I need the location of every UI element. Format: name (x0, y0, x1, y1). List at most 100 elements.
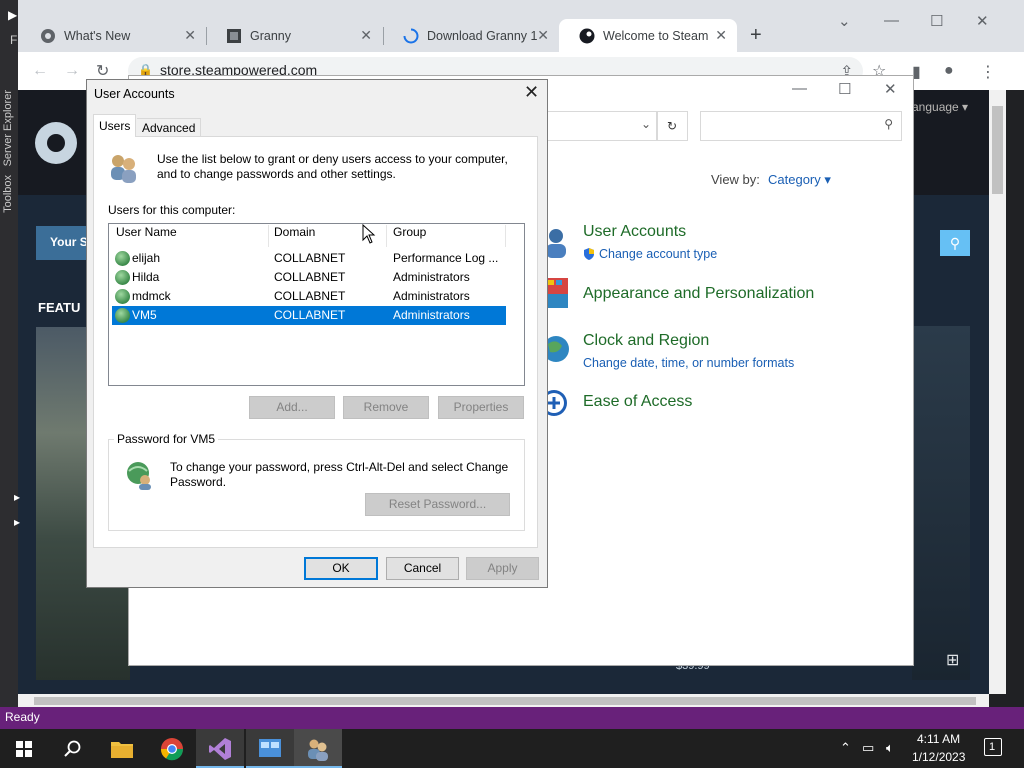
new-tab-button[interactable]: + (750, 24, 762, 47)
visual-studio-icon[interactable] (196, 729, 244, 768)
horizontal-scroll-thumb[interactable] (34, 697, 976, 705)
password-group-label: Password for VM5 (114, 432, 219, 446)
user-globe-icon (115, 289, 130, 304)
clock-date[interactable]: 1/12/2023 (912, 750, 965, 764)
chevron-up-icon[interactable]: ⌃ (840, 740, 851, 756)
vs-logo-icon: ▶ (8, 8, 18, 22)
featured-side-image[interactable] (912, 326, 970, 680)
close-icon[interactable]: ✕ (360, 27, 372, 44)
cp-close-button[interactable]: ✕ (884, 80, 897, 98)
toolbox-tab[interactable]: Toolbox (2, 175, 14, 213)
close-icon[interactable]: ✕ (184, 27, 196, 44)
network-icon[interactable]: ▭ (862, 740, 874, 756)
chrome-icon[interactable] (148, 729, 196, 768)
table-row[interactable]: mdmck COLLABNET Administrators (112, 287, 506, 306)
ease-of-access-heading[interactable]: Ease of Access (583, 393, 692, 411)
chevron-right-icon[interactable]: ▸ ▸ (14, 485, 20, 535)
profile-avatar-icon[interactable]: ● (944, 62, 954, 80)
ide-status-bar (0, 707, 1024, 729)
user-globe-icon (115, 308, 130, 323)
properties-button[interactable]: Properties (438, 396, 524, 419)
windows-platform-icon: ⊞ (946, 652, 960, 669)
vertical-scroll-thumb[interactable] (992, 106, 1003, 194)
tab-search-chevron-icon[interactable]: ⌄ (838, 12, 851, 30)
tab-welcome-to-steam[interactable]: Welcome to Steam ✕ (559, 19, 737, 52)
clock-region-heading[interactable]: Clock and Region (583, 332, 709, 350)
dialog-description: Use the list below to grant or deny user… (157, 152, 508, 181)
user-accounts-heading[interactable]: User Accounts (583, 223, 686, 241)
cp-address-bar[interactable]: ⌄ (546, 111, 658, 141)
close-icon[interactable]: ✕ (537, 27, 549, 44)
reset-password-button[interactable]: Reset Password... (365, 493, 510, 516)
change-formats-link[interactable]: Change date, time, or number formats (583, 356, 794, 370)
user-globe-icon (124, 459, 156, 491)
notifications-icon[interactable]: 1 (984, 738, 1002, 756)
shield-icon (582, 247, 596, 264)
apply-button[interactable]: Apply (466, 557, 539, 580)
back-arrow-icon[interactable]: ← (32, 62, 48, 80)
start-icon[interactable] (0, 729, 48, 768)
user-accounts-icon[interactable] (294, 729, 342, 768)
cp-refresh-icon[interactable]: ↻ (656, 111, 688, 141)
tab-whats-new[interactable]: What's New ✕ (20, 19, 206, 52)
cp-maximize-button[interactable]: ☐ (838, 80, 851, 98)
column-header-group[interactable]: Group (393, 225, 426, 239)
close-window-button[interactable]: ✕ (976, 12, 989, 30)
search-icon[interactable] (48, 729, 96, 768)
add-user-button[interactable]: Add... (249, 396, 335, 419)
menu-kebab-icon[interactable]: ⋮ (980, 62, 996, 82)
tab-download-granny[interactable]: Download Granny 1.7 ✕ (383, 19, 559, 52)
mouse-cursor-icon (362, 223, 376, 247)
steam-icon (579, 28, 595, 44)
users-list-label: Users for this computer: (108, 203, 236, 217)
tab-users[interactable]: Users (93, 114, 137, 137)
user-globe-icon (115, 251, 130, 266)
view-by-dropdown[interactable]: Category ▾ (768, 172, 831, 188)
ide-menu-file[interactable]: F (10, 33, 17, 47)
search-icon[interactable]: ⚲ (940, 230, 970, 256)
featured-heading: FEATU (38, 300, 81, 315)
cp-minimize-button[interactable]: — (792, 80, 807, 97)
reload-icon[interactable]: ↻ (96, 61, 109, 81)
steam-logo-icon[interactable] (35, 122, 77, 164)
tab-label: Granny (250, 28, 291, 43)
appearance-heading[interactable]: Appearance and Personalization (583, 285, 814, 303)
view-by-label: View by: (711, 172, 760, 187)
table-row[interactable]: elijah COLLABNET Performance Log ... (112, 249, 506, 268)
forward-arrow-icon[interactable]: → (64, 62, 80, 80)
tab-advanced[interactable]: Advanced (137, 118, 202, 137)
cancel-button[interactable]: Cancel (386, 557, 459, 580)
table-row-selected[interactable]: VM5 COLLABNET Administrators (112, 306, 506, 325)
chevron-down-icon[interactable]: ⌄ (641, 117, 651, 131)
tab-label: Welcome to Steam (603, 28, 709, 43)
file-explorer-icon[interactable] (98, 729, 146, 768)
minimize-button[interactable]: — (884, 12, 899, 29)
tab-granny[interactable]: Granny ✕ (206, 19, 382, 52)
maximize-button[interactable]: ☐ (930, 12, 943, 30)
remove-user-button[interactable]: Remove (343, 396, 429, 419)
table-row[interactable]: Hilda COLLABNET Administrators (112, 268, 506, 287)
user-globe-icon (115, 270, 130, 285)
server-explorer-tab[interactable]: Server Explorer (2, 90, 14, 166)
search-icon[interactable]: ⚲ (884, 117, 893, 131)
users-group-icon (108, 152, 140, 184)
tab-label: What's New (64, 28, 131, 43)
clock-time[interactable]: 4:11 AM (917, 732, 960, 746)
ide-side-strip: Server Explorer Toolbox (0, 0, 20, 707)
dialog-close-icon[interactable]: ✕ (524, 82, 539, 103)
status-text: Ready (5, 710, 40, 724)
language-selector[interactable]: anguage ▾ (912, 100, 968, 114)
granny-icon (226, 28, 242, 44)
column-header-domain[interactable]: Domain (274, 225, 315, 239)
cp-search-input[interactable]: ⚲ (700, 111, 902, 141)
close-icon[interactable]: ✕ (715, 27, 727, 44)
control-panel-icon[interactable] (246, 729, 294, 768)
ok-button[interactable]: OK (304, 557, 378, 580)
loading-spinner-icon (403, 28, 419, 44)
password-instructions: To change your password, press Ctrl-Alt-… (170, 460, 509, 489)
tab-label: Download Granny 1.7 (427, 28, 537, 43)
chrome-icon (40, 28, 56, 44)
column-header-user-name[interactable]: User Name (116, 225, 177, 239)
volume-icon[interactable]: 🔈︎ (886, 740, 894, 756)
change-account-type-link[interactable]: Change account type (599, 247, 717, 261)
